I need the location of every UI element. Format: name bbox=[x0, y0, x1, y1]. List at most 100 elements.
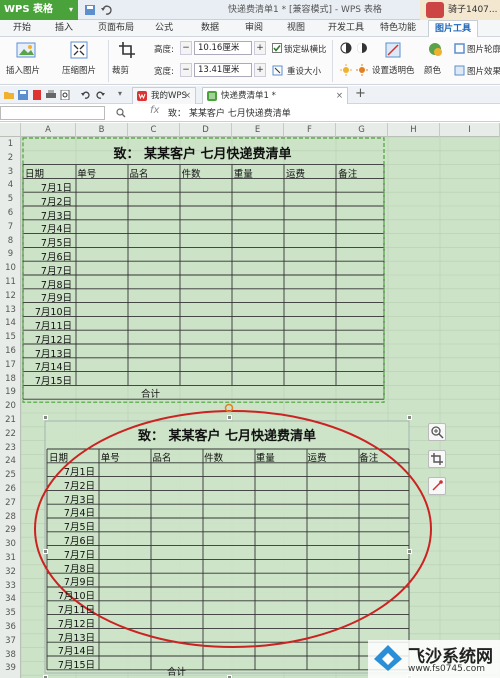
select-all-corner[interactable] bbox=[0, 123, 21, 137]
column-header[interactable]: H bbox=[388, 123, 440, 137]
reset-size-icon[interactable] bbox=[272, 65, 283, 76]
crop-icon[interactable] bbox=[118, 41, 136, 59]
contrast-icon[interactable] bbox=[340, 42, 352, 54]
print-icon[interactable] bbox=[46, 90, 56, 100]
row-header[interactable]: 11 bbox=[0, 277, 21, 288]
close-icon[interactable]: × bbox=[336, 88, 343, 104]
chevron-down-icon[interactable]: ▾ bbox=[118, 89, 122, 98]
date-cell[interactable]: 7月2日 bbox=[24, 194, 72, 208]
crop-button[interactable]: 裁剪 bbox=[112, 64, 129, 76]
avatar[interactable] bbox=[426, 2, 444, 18]
row-header[interactable]: 22 bbox=[0, 429, 21, 440]
save-icon[interactable] bbox=[18, 90, 28, 100]
set-transparent-button[interactable]: 设置透明色 bbox=[372, 64, 415, 76]
insert-picture-icon[interactable] bbox=[16, 41, 36, 59]
column-header[interactable]: G bbox=[336, 123, 388, 137]
row-header[interactable]: 38 bbox=[0, 650, 21, 661]
rotate-tool[interactable] bbox=[428, 477, 446, 495]
resize-handle[interactable] bbox=[227, 415, 232, 420]
lock-ratio-checkbox[interactable] bbox=[272, 43, 282, 53]
picture-outline-button[interactable]: 图片轮廓 bbox=[467, 43, 500, 55]
date-cell[interactable]: 7月8日 bbox=[24, 277, 72, 291]
height-decrease-button[interactable]: − bbox=[180, 41, 192, 55]
row-header[interactable]: 27 bbox=[0, 498, 21, 509]
width-increase-button[interactable]: + bbox=[254, 63, 266, 77]
height-field[interactable]: 10.16厘米 bbox=[194, 41, 252, 55]
worksheet[interactable]: ABCDEFGHI 1 2 3 4 5 6 7 8 9 10 11 12 13 14 15 16 17 18 19 2… bbox=[0, 123, 500, 678]
date-cell[interactable]: 7月5日 bbox=[24, 235, 72, 249]
tab-special-features[interactable]: 特色功能 bbox=[374, 20, 422, 37]
name-box[interactable] bbox=[0, 106, 105, 120]
doc-tab-my-wps[interactable]: 我的WPS × bbox=[132, 87, 196, 104]
width-field[interactable]: 13.41厘米 bbox=[194, 63, 252, 77]
resize-handle[interactable] bbox=[407, 549, 412, 554]
date-cell[interactable]: 7月6日 bbox=[24, 249, 72, 263]
date-cell[interactable]: 7月13日 bbox=[24, 346, 72, 360]
row-header[interactable]: 36 bbox=[0, 622, 21, 633]
column-header[interactable]: B bbox=[76, 123, 128, 137]
contrast-up-icon[interactable] bbox=[356, 42, 368, 54]
brightness-icon[interactable] bbox=[340, 64, 352, 76]
row-header[interactable]: 37 bbox=[0, 636, 21, 647]
tab-view[interactable]: 视图 bbox=[280, 20, 312, 37]
table-header-cell[interactable]: 单号 bbox=[77, 166, 96, 180]
color-icon[interactable] bbox=[426, 41, 444, 59]
row-header[interactable]: 29 bbox=[0, 525, 21, 536]
redo-icon[interactable] bbox=[96, 90, 106, 100]
insert-picture-button[interactable]: 插入图片 bbox=[6, 64, 40, 76]
user-name[interactable]: 骑子1407... bbox=[448, 0, 498, 20]
row-header[interactable]: 1 bbox=[0, 139, 21, 150]
row-header[interactable]: 34 bbox=[0, 594, 21, 605]
table-header-cell[interactable]: 重量 bbox=[234, 166, 253, 180]
table-header-cell[interactable]: 件数 bbox=[182, 166, 201, 180]
row-header[interactable]: 12 bbox=[0, 291, 21, 302]
date-cell[interactable]: 7月4日 bbox=[24, 221, 72, 235]
color-button[interactable]: 颜色 bbox=[424, 64, 441, 76]
row-header[interactable]: 21 bbox=[0, 415, 21, 426]
height-increase-button[interactable]: + bbox=[254, 41, 266, 55]
row-header[interactable]: 39 bbox=[0, 663, 21, 674]
picture-outline-icon[interactable] bbox=[454, 43, 465, 54]
zoom-in-tool[interactable] bbox=[428, 423, 446, 441]
column-header[interactable]: A bbox=[21, 123, 76, 137]
row-header[interactable]: 19 bbox=[0, 387, 21, 398]
tab-review[interactable]: 审阅 bbox=[238, 20, 270, 37]
resize-handle[interactable] bbox=[43, 415, 48, 420]
row-header[interactable]: 16 bbox=[0, 346, 21, 357]
tab-data[interactable]: 数据 bbox=[194, 20, 226, 37]
crop-tool[interactable] bbox=[428, 450, 446, 468]
new-tab-button[interactable]: + bbox=[355, 86, 366, 101]
table-header-cell[interactable]: 日期 bbox=[25, 166, 44, 180]
row-header[interactable]: 35 bbox=[0, 608, 21, 619]
date-cell[interactable]: 7月11日 bbox=[24, 318, 72, 332]
column-header[interactable]: I bbox=[440, 123, 500, 137]
table-header-cell[interactable]: 备注 bbox=[338, 166, 357, 180]
column-header[interactable]: F bbox=[284, 123, 336, 137]
compress-picture-icon[interactable] bbox=[70, 41, 88, 59]
app-menu-button[interactable]: WPS 表格 ▾ bbox=[0, 0, 78, 20]
tab-picture-tools[interactable]: 图片工具 bbox=[428, 20, 478, 37]
tab-page-layout[interactable]: 页面布局 bbox=[92, 20, 140, 37]
resize-handle[interactable] bbox=[407, 415, 412, 420]
date-cell[interactable]: 7月14日 bbox=[24, 359, 72, 373]
compress-picture-button[interactable]: 压缩图片 bbox=[62, 64, 96, 76]
row-header[interactable]: 15 bbox=[0, 332, 21, 343]
row-header[interactable]: 5 bbox=[0, 194, 21, 205]
print-preview-icon[interactable] bbox=[60, 90, 70, 100]
reset-size-button[interactable]: 重设大小 bbox=[287, 65, 321, 77]
open-folder-icon[interactable] bbox=[4, 90, 14, 100]
formula-input[interactable]: 致： 某某客户 七月快递费清单 bbox=[168, 106, 291, 119]
tab-home[interactable]: 开始 bbox=[6, 20, 38, 37]
undo-icon[interactable] bbox=[100, 4, 112, 16]
row-header[interactable]: 4 bbox=[0, 180, 21, 191]
brightness-up-icon[interactable] bbox=[356, 64, 368, 76]
row-header[interactable]: 7 bbox=[0, 222, 21, 233]
doc-tab-active[interactable]: 快递费清单1 * × bbox=[202, 87, 348, 104]
tab-insert[interactable]: 插入 bbox=[48, 20, 80, 37]
set-transparent-icon[interactable] bbox=[384, 41, 402, 59]
close-icon[interactable]: × bbox=[184, 88, 191, 104]
fx-icon[interactable]: fx bbox=[150, 105, 159, 116]
width-decrease-button[interactable]: − bbox=[180, 63, 192, 77]
table-header-cell[interactable]: 品名 bbox=[129, 166, 148, 180]
date-cell[interactable]: 7月12日 bbox=[24, 332, 72, 346]
